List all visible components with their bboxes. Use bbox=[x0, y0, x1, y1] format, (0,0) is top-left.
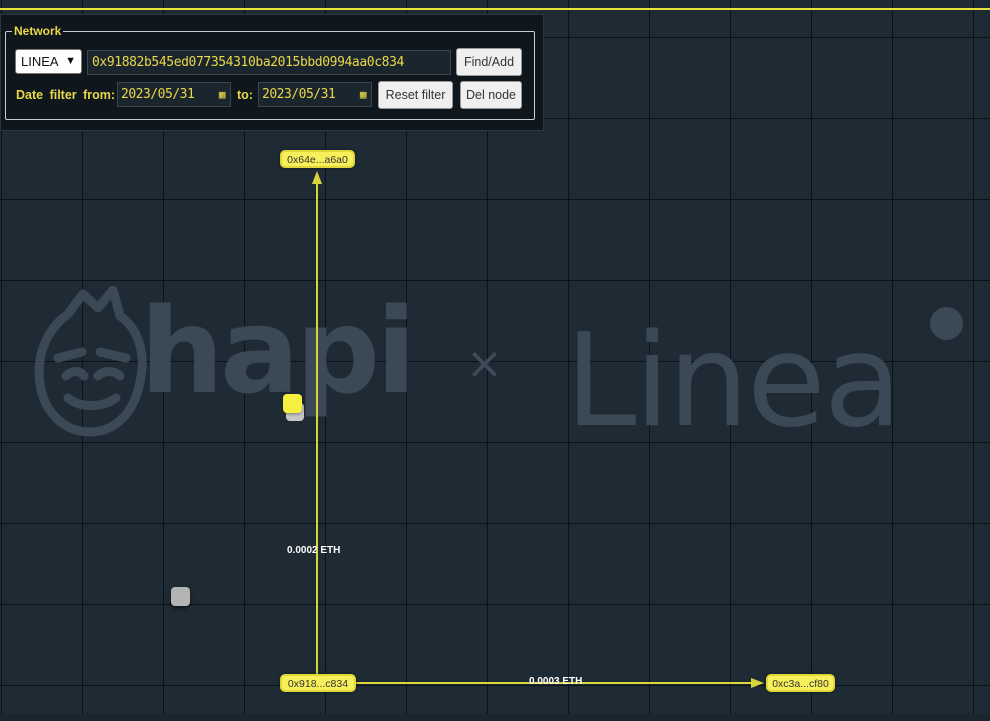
edge-label-right: 0.0003 ETH bbox=[529, 676, 583, 687]
reset-filter-button[interactable]: Reset filter bbox=[378, 81, 453, 109]
graph-node-right[interactable]: 0xc3a...cf80 bbox=[766, 674, 835, 692]
network-select[interactable]: LINEA ▼ bbox=[15, 49, 82, 74]
date-from-input[interactable]: 2023/05/31 ▦ bbox=[117, 82, 231, 107]
network-select-value: LINEA bbox=[21, 54, 59, 69]
edge-label-up: 0.0002 ETH bbox=[287, 545, 341, 556]
date-filter-from-label: Date filter from: bbox=[16, 88, 116, 102]
date-to-value: 2023/05/31 bbox=[262, 87, 336, 102]
address-input[interactable]: 0x91882b545ed077354310ba2015bbd0994aa0c8… bbox=[87, 50, 451, 75]
calendar-icon[interactable]: ▦ bbox=[360, 83, 367, 106]
graph-node-yellow[interactable] bbox=[283, 394, 302, 413]
date-to-input[interactable]: 2023/05/31 ▦ bbox=[258, 82, 372, 107]
graph-node-top[interactable]: 0x64e...a6a0 bbox=[280, 150, 355, 168]
chevron-down-icon: ▼ bbox=[65, 55, 76, 67]
date-to-label: to: bbox=[237, 88, 253, 102]
find-add-button[interactable]: Find/Add bbox=[456, 48, 522, 76]
network-legend: Network bbox=[14, 24, 62, 38]
graph-node-grey[interactable] bbox=[171, 587, 190, 606]
graph-node-source[interactable]: 0x918...c834 bbox=[280, 674, 356, 692]
date-from-value: 2023/05/31 bbox=[121, 87, 195, 102]
bottom-strip bbox=[0, 714, 990, 721]
del-node-button[interactable]: Del node bbox=[460, 81, 522, 109]
arrow-head-icon bbox=[312, 171, 322, 184]
arrow-head-icon bbox=[751, 678, 764, 688]
calendar-icon[interactable]: ▦ bbox=[219, 83, 226, 106]
